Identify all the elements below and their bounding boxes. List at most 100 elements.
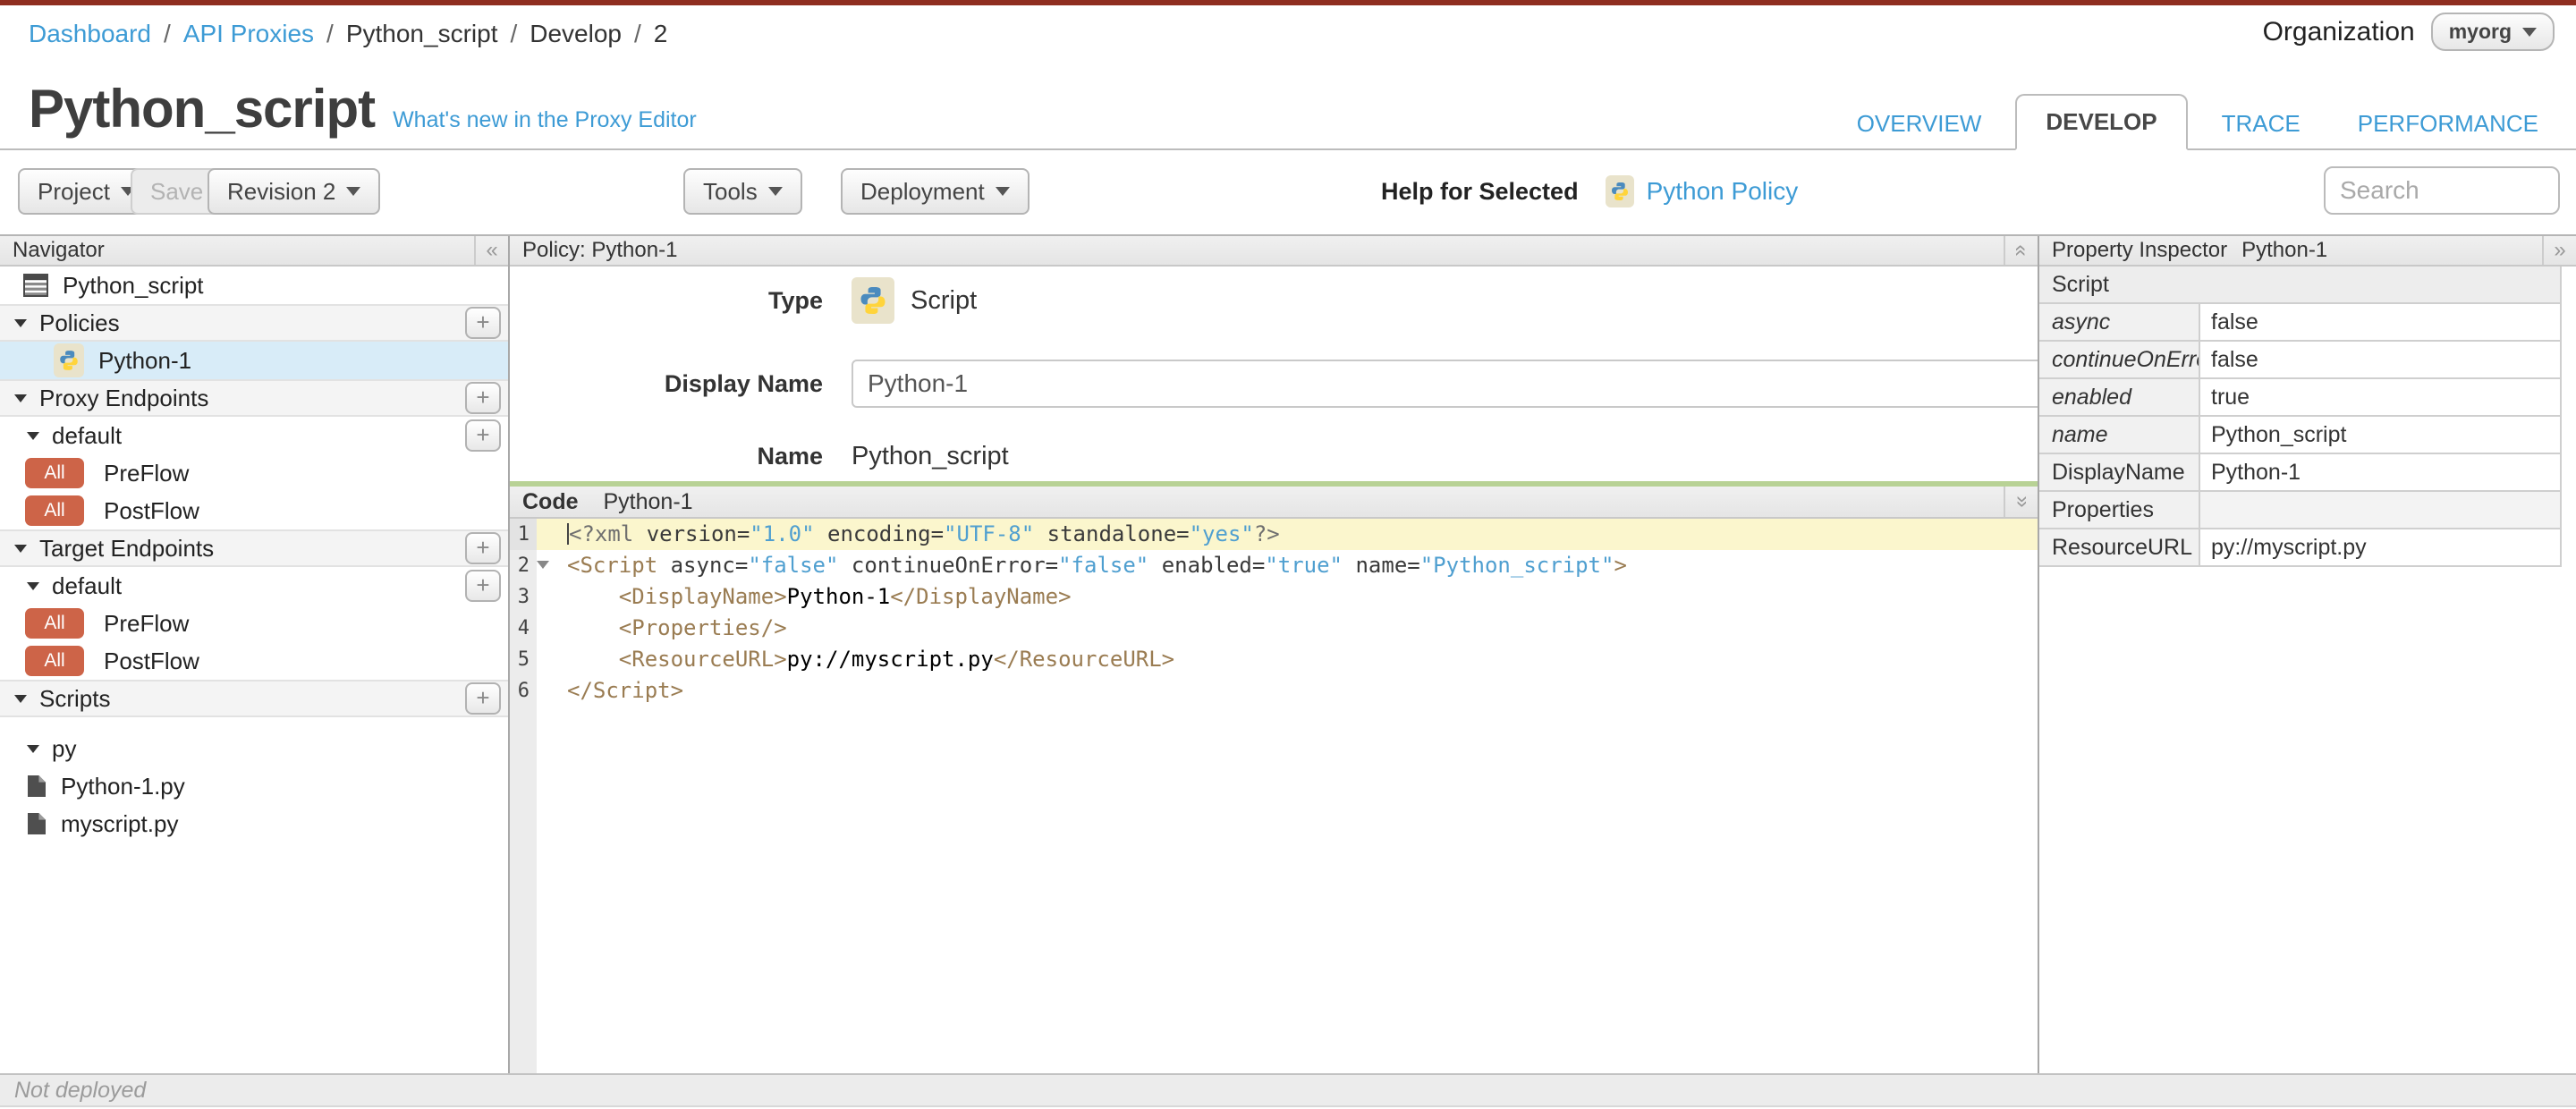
revision-menu-button[interactable]: Revision 2 <box>208 168 381 215</box>
add-policies-button[interactable]: + <box>465 307 501 339</box>
nav-row-proxy-endpoints[interactable]: Proxy Endpoints + <box>0 379 508 417</box>
file-icon <box>27 775 47 798</box>
property-name: enabled <box>2039 379 2200 415</box>
add-default-button[interactable]: + <box>465 419 501 452</box>
tree-expand-icon[interactable] <box>27 431 39 440</box>
display-name-input[interactable] <box>852 360 2093 408</box>
breadcrumb-api-proxies[interactable]: API Proxies <box>183 20 314 47</box>
nav-label: PostFlow <box>104 647 199 674</box>
nav-label: Policies <box>39 309 120 336</box>
property-value[interactable] <box>2200 492 2560 528</box>
code-line-6[interactable]: 6 </Script> <box>510 675 2038 707</box>
proxy-list-icon <box>23 274 48 297</box>
tab-performance[interactable]: PERFORMANCE <box>2334 97 2562 150</box>
nav-row-default[interactable]: default + <box>0 567 508 605</box>
inspector-row-continueonerror: continueOnError false <box>2039 342 2560 379</box>
title-row: Python_script What's new in the Proxy Ed… <box>29 78 697 140</box>
code-line-3[interactable]: 3 <DisplayName>Python-1</DisplayName> <box>510 581 2038 613</box>
python-policy-help-link[interactable]: Python Policy <box>1647 177 1799 206</box>
property-value[interactable]: py://myscript.py <box>2200 529 2560 565</box>
navigator-collapse-button[interactable]: « <box>474 236 508 265</box>
tree-expand-icon[interactable] <box>14 694 27 703</box>
collapse-down-icon: « <box>2008 495 2033 508</box>
nav-label: Proxy Endpoints <box>39 384 209 411</box>
code-empty-area[interactable] <box>510 707 2038 1073</box>
nav-row-python-script[interactable]: Python_script <box>0 267 508 304</box>
help-for-selected-label: Help for Selected <box>1381 177 1579 205</box>
nav-row-policies[interactable]: Policies + <box>0 304 508 342</box>
nav-row-preflow[interactable]: All PreFlow <box>0 605 508 642</box>
tab-trace[interactable]: TRACE <box>2199 97 2324 150</box>
name-label: Name <box>757 442 823 470</box>
breadcrumb-separator: / <box>633 20 641 47</box>
collapse-left-icon: « <box>486 238 498 262</box>
code-header: Code Python-1 « <box>510 487 2038 519</box>
nav-label: Scripts <box>39 684 111 712</box>
name-value: Python_script <box>852 441 1009 470</box>
property-value[interactable]: Python-1 <box>2200 454 2560 490</box>
code-line-2[interactable]: 2 <Script async="false" continueOnError="… <box>510 550 2038 581</box>
property-name: async <box>2039 304 2200 340</box>
nav-label: PreFlow <box>104 609 190 637</box>
inspector-row-name: name Python_script <box>2039 417 2560 454</box>
nav-row-scripts[interactable]: Scripts + <box>0 680 508 717</box>
property-value[interactable]: true <box>2200 379 2560 415</box>
organization-dropdown[interactable]: myorg <box>2430 13 2555 51</box>
nav-row-default[interactable]: default + <box>0 417 508 454</box>
tree-expand-icon[interactable] <box>27 744 39 753</box>
toolbar: Project Save Revision 2 Tools Deployment… <box>0 150 2576 234</box>
breadcrumb-dashboard[interactable]: Dashboard <box>29 20 151 47</box>
code-line-1[interactable]: 1 <?xml version="1.0" encoding="UTF-8" st… <box>510 519 2038 550</box>
inspector-row-enabled: enabled true <box>2039 379 2560 417</box>
property-inspector-panel: Property Inspector Python-1 » Script asyn… <box>2038 236 2576 1073</box>
tree-expand-icon[interactable] <box>14 318 27 327</box>
property-name: DisplayName <box>2039 454 2200 490</box>
nav-row-postflow[interactable]: All PostFlow <box>0 642 508 680</box>
tab-overview[interactable]: OVERVIEW <box>1834 97 2005 150</box>
inspector-expand-button[interactable]: » <box>2542 236 2576 265</box>
policy-collapse-button[interactable]: « <box>2004 236 2038 265</box>
add-target-endpoints-button[interactable]: + <box>465 532 501 564</box>
caret-down-icon <box>346 187 361 203</box>
deployment-menu-button[interactable]: Deployment <box>841 168 1030 215</box>
whats-new-link[interactable]: What's new in the Proxy Editor <box>393 107 697 133</box>
caret-down-icon <box>767 187 783 203</box>
inspector-row-properties: Properties <box>2039 492 2560 529</box>
breadcrumb-develop: Develop <box>530 20 622 47</box>
property-value[interactable]: false <box>2200 342 2560 377</box>
property-inspector-subtitle: Python-1 <box>2241 238 2328 262</box>
property-value[interactable]: Python_script <box>2200 417 2560 453</box>
python-icon <box>54 343 84 377</box>
tree-expand-icon[interactable] <box>14 544 27 553</box>
add-scripts-button[interactable]: + <box>465 682 501 715</box>
nav-row-python-1-py[interactable]: Python-1.py <box>0 767 508 805</box>
code-editor[interactable]: 1 <?xml version="1.0" encoding="UTF-8" st… <box>510 519 2038 1073</box>
navigator-tree: Python_script Policies + Python-1 Proxy Endp… <box>0 267 508 842</box>
line-number: 6 <box>510 675 537 707</box>
code-collapse-button[interactable]: « <box>2004 487 2038 517</box>
navigator-title: Navigator <box>13 238 105 262</box>
tree-expand-icon[interactable] <box>27 581 39 590</box>
page-title: Python_script <box>29 79 376 139</box>
nav-label: PostFlow <box>104 496 199 524</box>
nav-label: default <box>52 571 123 599</box>
add-proxy-endpoints-button[interactable]: + <box>465 382 501 414</box>
expand-right-icon: » <box>2554 238 2566 262</box>
property-value[interactable]: false <box>2200 304 2560 340</box>
nav-row-preflow[interactable]: All PreFlow <box>0 454 508 492</box>
nav-row-py[interactable]: py <box>0 730 508 767</box>
search-input[interactable] <box>2324 166 2560 215</box>
code-fold-icon[interactable] <box>537 561 549 569</box>
nav-row-myscript-py[interactable]: myscript.py <box>0 805 508 842</box>
policy-header: Policy: Python-1 « <box>510 236 2038 267</box>
add-default-button[interactable]: + <box>465 570 501 602</box>
nav-row-postflow[interactable]: All PostFlow <box>0 492 508 529</box>
navigator-gap <box>0 717 508 730</box>
code-line-5[interactable]: 5 <ResourceURL>py://myscript.py</Resourc… <box>510 644 2038 675</box>
tree-expand-icon[interactable] <box>14 394 27 402</box>
nav-row-python-1[interactable]: Python-1 <box>0 342 508 379</box>
tab-develop[interactable]: DEVELOP <box>2015 94 2188 150</box>
code-line-4[interactable]: 4 <Properties/> <box>510 613 2038 644</box>
tools-menu-button[interactable]: Tools <box>683 168 802 215</box>
nav-row-target-endpoints[interactable]: Target Endpoints + <box>0 529 508 567</box>
